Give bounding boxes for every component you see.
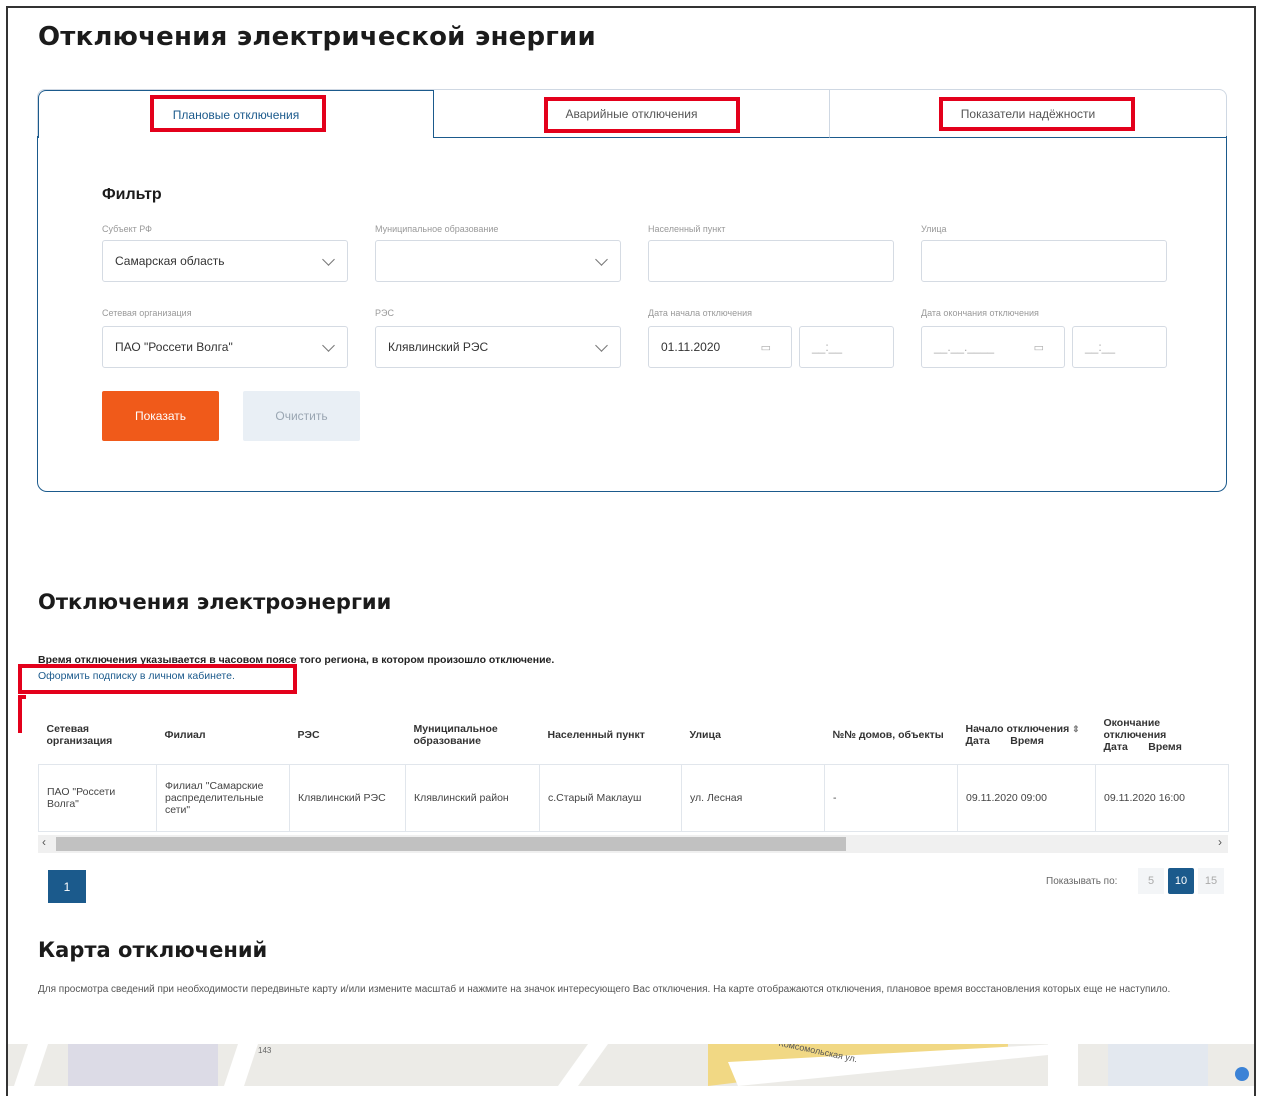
results-title: Отключения электроэнергии (38, 590, 392, 614)
date-start-input[interactable]: 01.11.2020 ▭ (648, 326, 792, 368)
col-header-end[interactable]: Окончание отключения Дата Время (1096, 706, 1229, 765)
res-label: РЭС (375, 308, 394, 318)
col-header-street: Улица (689, 729, 721, 741)
table-header-row: Сетевая организация Филиал РЭС Муниципал… (38, 706, 1229, 765)
col-header-start-label: Начало отключения (965, 723, 1070, 735)
time-end-input[interactable]: __:__ (1072, 326, 1167, 368)
per-page-label: Показывать по: (1046, 876, 1118, 887)
cell-municipal: Клявлинский район (405, 764, 540, 832)
chevron-down-icon (322, 253, 335, 266)
street-input[interactable] (921, 240, 1167, 282)
cell-street: ул. Лесная (681, 764, 825, 832)
res-value: Клявлинский РЭС (388, 340, 489, 354)
time-start-input[interactable]: __:__ (799, 326, 894, 368)
subcol-end-time: Время (1148, 741, 1182, 753)
highlight-box-subscribe-link (18, 664, 297, 694)
highlight-box-tab-emergency (544, 97, 740, 133)
col-header-start[interactable]: Начало отключения ⇕ Дата Время (958, 706, 1096, 765)
col-header-branch: Филиал (164, 729, 206, 741)
org-value: ПАО "Россети Волга" (115, 340, 233, 354)
col-header-municipal: Муниципальное образование (413, 723, 498, 747)
date-end-input[interactable]: __.__.____ ▭ (921, 326, 1065, 368)
cell-settlement: с.Старый Маклауш (539, 764, 682, 832)
settlement-input[interactable] (648, 240, 894, 282)
cell-end: 09.11.2020 16:00 (1095, 764, 1229, 832)
subcol-start-time: Время (1010, 735, 1044, 747)
col-header-org: Сетевая организация (46, 723, 113, 747)
col-header-houses: №№ домов, объекты (832, 729, 944, 741)
page-button-1[interactable]: 1 (48, 870, 86, 903)
cell-branch: Филиал "Самарские распределительные сети… (156, 764, 290, 832)
highlight-box-table-corner (18, 695, 26, 733)
scroll-right-icon[interactable]: › (1218, 835, 1222, 849)
outages-table: Сетевая организация Филиал РЭС Муниципал… (38, 706, 1229, 832)
scrollbar-thumb[interactable] (56, 837, 846, 851)
per-page-5[interactable]: 5 (1138, 868, 1164, 894)
settlement-label: Населенный пункт (648, 224, 726, 234)
subcol-end-date: Дата (1103, 741, 1128, 753)
highlight-box-tab-planned (150, 95, 326, 132)
municipal-label: Муниципальное образование (375, 224, 499, 234)
clear-button[interactable]: Очистить (243, 391, 360, 441)
col-header-settlement: Населенный пункт (547, 729, 645, 741)
cell-org: ПАО "Россети Волга" (38, 764, 157, 832)
date-start-label: Дата начала отключения (648, 308, 752, 318)
chevron-down-icon (322, 339, 335, 352)
per-page-10[interactable]: 10 (1168, 868, 1194, 894)
street-label: Улица (921, 224, 947, 234)
res-select[interactable]: Клявлинский РЭС (375, 326, 621, 368)
calendar-icon[interactable]: ▭ (761, 341, 771, 354)
subcol-start-date: Дата (965, 735, 990, 747)
show-button[interactable]: Показать (102, 391, 219, 441)
cell-res: Клявлинский РЭС (289, 764, 406, 832)
outage-map[interactable]: 143 Комсомольская ул. (8, 1044, 1254, 1086)
date-end-placeholder: __.__.____ (934, 340, 995, 354)
table-row[interactable]: ПАО "Россети Волга" Филиал "Самарские ра… (38, 764, 1229, 832)
col-header-end-label: Окончание отключения (1103, 717, 1167, 741)
subject-label: Субъект РФ (102, 224, 152, 234)
map-tiles (8, 1044, 1254, 1086)
map-description: Для просмотра сведений при необходимости… (38, 984, 1171, 995)
page-title: Отключения электрической энергии (38, 22, 596, 52)
calendar-icon[interactable]: ▭ (1034, 341, 1044, 354)
chevron-down-icon (595, 339, 608, 352)
scroll-left-icon[interactable]: ‹ (42, 835, 46, 849)
sort-icon[interactable]: ⇕ (1072, 724, 1080, 734)
subject-value: Самарская область (115, 254, 225, 268)
map-title: Карта отключений (38, 938, 268, 962)
cell-houses: - (824, 764, 958, 832)
date-start-value: 01.11.2020 (661, 340, 721, 354)
subject-select[interactable]: Самарская область (102, 240, 348, 282)
chevron-down-icon (595, 253, 608, 266)
map-building-number: 143 (258, 1046, 272, 1055)
col-header-res: РЭС (297, 729, 320, 741)
municipal-select[interactable] (375, 240, 621, 282)
horizontal-scrollbar[interactable]: ‹ › (38, 835, 1228, 853)
per-page-15[interactable]: 15 (1198, 868, 1224, 894)
filter-title: Фильтр (102, 186, 162, 203)
cell-start: 09.11.2020 09:00 (957, 764, 1096, 832)
highlight-box-tab-reliability (939, 97, 1135, 131)
time-end-placeholder: __:__ (1085, 340, 1116, 354)
org-select[interactable]: ПАО "Россети Волга" (102, 326, 348, 368)
date-end-label: Дата окончания отключения (921, 308, 1039, 318)
time-start-placeholder: __:__ (812, 340, 843, 354)
org-label: Сетевая организация (102, 308, 192, 318)
